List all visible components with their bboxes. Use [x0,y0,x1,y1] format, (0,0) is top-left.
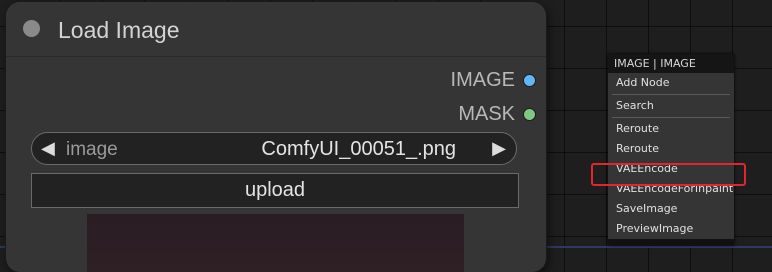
menu-item-previewimage[interactable]: PreviewImage [608,219,734,239]
image-widget-value[interactable]: ComfyUI_00051_.png [261,138,456,161]
highlight-outline [591,163,746,186]
image-preview [87,214,464,272]
node-title: Load Image [58,17,180,43]
context-menu-title: IMAGE | IMAGE [608,54,734,73]
menu-item-add-node[interactable]: Add Node [608,73,734,93]
context-menu: IMAGE | IMAGE Add Node Search Reroute Re… [608,54,734,245]
menu-item-reroute[interactable]: Reroute [608,139,734,159]
output-dot-image-icon[interactable] [523,73,536,87]
next-image-arrow-icon[interactable]: ▶ [492,138,506,159]
menu-item-reroute[interactable]: Reroute [608,119,734,139]
menu-separator [608,116,734,119]
output-label-mask: MASK [458,102,515,125]
menu-item-search[interactable]: Search [608,96,734,116]
output-slot-mask[interactable]: MASK [458,102,536,126]
collapse-toggle-icon[interactable] [23,20,40,37]
image-combo-widget[interactable]: ◀ image ComfyUI_00051_.png ▶ [31,132,517,165]
output-slot-image[interactable]: IMAGE [451,68,536,92]
upload-button[interactable]: upload [31,173,519,208]
output-label-image: IMAGE [450,68,515,91]
menu-item-saveimage[interactable]: SaveImage [608,199,734,219]
output-dot-mask-icon[interactable] [523,107,536,121]
menu-separator [608,93,734,96]
load-image-node[interactable]: Load Image IMAGE MASK ◀ image ComfyUI_00… [6,2,546,272]
image-widget-label: image [66,139,118,160]
node-header[interactable]: Load Image [6,2,546,57]
prev-image-arrow-icon[interactable]: ◀ [41,138,55,159]
